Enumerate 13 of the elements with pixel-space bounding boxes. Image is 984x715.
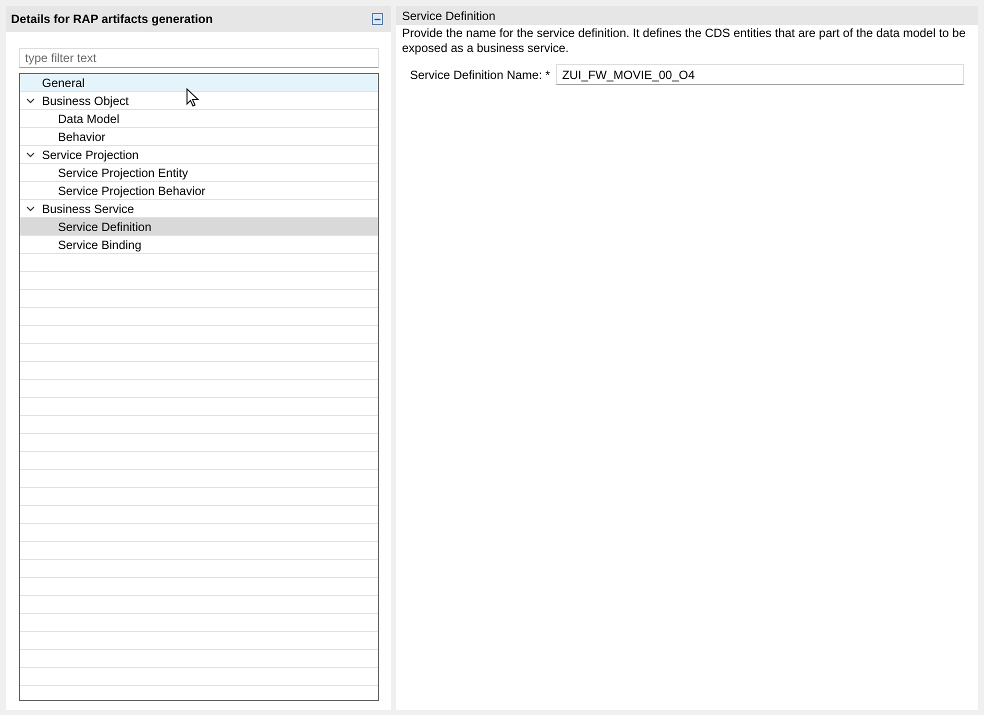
chevron-down-icon[interactable] (26, 206, 35, 212)
panel-title: Details for RAP artifacts generation (11, 12, 213, 26)
chevron-down-icon[interactable] (26, 98, 35, 104)
tree-item[interactable]: Service Definition (20, 218, 378, 236)
field-label: Service Definition Name: * (410, 68, 550, 82)
section-title: Service Definition (402, 8, 496, 22)
name-input[interactable]: ZUI_FW_MOVIE_00_O4 (556, 64, 964, 85)
chevron-down-icon[interactable] (26, 152, 35, 158)
description-text: Provide the name for the service definition. It defines the CDS entities that are part of the data model to be exposed as a business service. (402, 26, 967, 56)
tree-item[interactable]: General (20, 74, 378, 92)
filter-field[interactable]: type filter text (19, 48, 379, 68)
mouse-pointer-icon (186, 88, 199, 107)
collapse-icon[interactable] (372, 13, 383, 25)
